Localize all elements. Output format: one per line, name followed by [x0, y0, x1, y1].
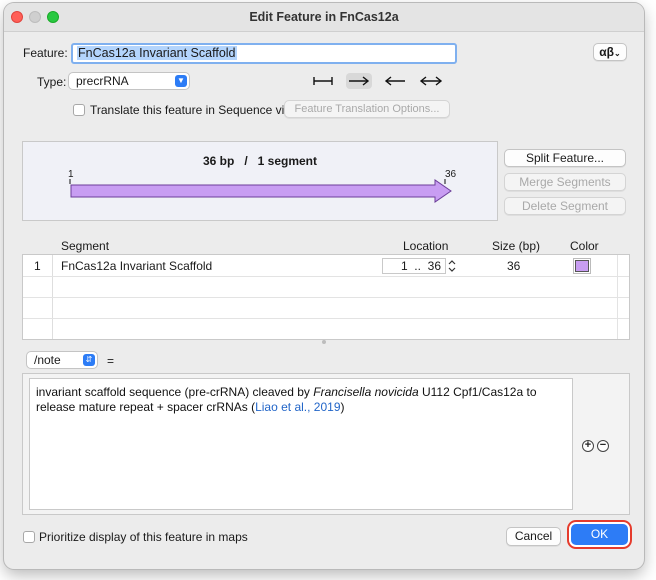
split-feature-button[interactable]: Split Feature...: [504, 149, 626, 167]
qualifier-equals: =: [107, 354, 115, 368]
location-value: 1 .. 36: [400, 259, 441, 273]
edit-feature-dialog: Edit Feature in FnCas12a Feature: FnCas1…: [4, 3, 644, 569]
feature-map-panel: 36 bp / 1 segment 1 36: [22, 141, 498, 221]
table-row[interactable]: 1 FnCas12a Invariant Scaffold 1 .. 36 36: [23, 255, 617, 276]
direction-both-button[interactable]: [418, 73, 444, 89]
segment-arrow[interactable]: [63, 176, 463, 206]
segment-arrow-shape: [70, 179, 452, 203]
splitter-handle[interactable]: [322, 340, 326, 344]
direction-forward-button[interactable]: [346, 73, 372, 89]
segments-table: 1 FnCas12a Invariant Scaffold 1 .. 36 36: [22, 254, 630, 340]
remove-qualifier-icon[interactable]: −: [597, 440, 609, 452]
note-textarea[interactable]: invariant scaffold sequence (pre-crRNA) …: [29, 378, 573, 510]
note-text-part: ): [340, 399, 345, 414]
type-value: precrRNA: [76, 74, 129, 88]
note-italic-organism: Francisella novicida: [313, 385, 419, 399]
prioritize-label: Prioritize display of this feature in ma…: [39, 530, 248, 544]
qualifier-value: /note: [34, 353, 61, 367]
note-text: invariant scaffold sequence (pre-crRNA) …: [36, 385, 566, 414]
translate-checkbox[interactable]: [73, 104, 85, 116]
feature-name-input[interactable]: FnCas12a Invariant Scaffold: [71, 43, 457, 64]
chevron-down-icon: ⌄: [614, 49, 621, 58]
delete-segment-button[interactable]: Delete Segment: [504, 197, 626, 215]
merge-segments-button[interactable]: Merge Segments: [504, 173, 626, 191]
arrow-right-icon: [349, 76, 370, 86]
type-label: Type:: [37, 75, 67, 89]
row-segment-name: FnCas12a Invariant Scaffold: [61, 259, 213, 273]
line-both-bars-icon: [313, 77, 333, 85]
note-citation-link[interactable]: Liao et al., 2019: [255, 400, 340, 414]
translate-checkbox-label: Translate this feature in Sequence view: [90, 103, 300, 117]
location-stepper-icon[interactable]: [447, 258, 457, 274]
chevron-updown-icon: ⇵: [83, 354, 95, 366]
qualifier-select[interactable]: /note ⇵: [26, 351, 98, 369]
column-header-location[interactable]: Location: [403, 239, 448, 253]
map-summary: 36 bp / 1 segment: [202, 154, 318, 168]
direction-reverse-button[interactable]: [382, 73, 408, 89]
ok-button[interactable]: OK: [571, 524, 628, 545]
table-scrollbar[interactable]: [617, 255, 630, 339]
arrow-both-icon: [419, 76, 443, 86]
type-select[interactable]: precrRNA ▼: [68, 72, 190, 90]
window-title: Edit Feature in FnCas12a: [249, 10, 399, 24]
prioritize-checkbox[interactable]: [23, 531, 35, 543]
segment-color-swatch[interactable]: [573, 258, 591, 274]
feature-name-text: FnCas12a Invariant Scaffold: [77, 46, 237, 60]
add-qualifier-icon[interactable]: +: [582, 440, 594, 452]
title-bar: Edit Feature in FnCas12a: [4, 3, 644, 32]
table-row-divider: [23, 318, 629, 319]
feature-label: Feature:: [23, 46, 68, 60]
column-header-segment[interactable]: Segment: [61, 239, 109, 253]
table-row-divider: [23, 276, 629, 277]
row-size: 36: [507, 259, 521, 273]
cancel-button[interactable]: Cancel: [506, 527, 561, 546]
alphabet-menu-button[interactable]: αβ⌄: [593, 43, 627, 61]
location-field[interactable]: 1 .. 36: [382, 258, 446, 274]
column-header-size[interactable]: Size (bp): [492, 239, 540, 253]
arrow-left-icon: [384, 76, 405, 86]
note-text-part: invariant scaffold sequence (pre-crRNA) …: [36, 385, 314, 399]
alphabet-label: αβ: [599, 45, 614, 59]
column-header-color[interactable]: Color: [570, 239, 599, 253]
table-row-divider: [23, 297, 629, 298]
chevron-down-icon: ▼: [175, 75, 187, 87]
feature-translation-options-button[interactable]: Feature Translation Options...: [284, 100, 450, 118]
direction-none-button[interactable]: [310, 73, 336, 89]
row-index: 1: [34, 259, 41, 273]
